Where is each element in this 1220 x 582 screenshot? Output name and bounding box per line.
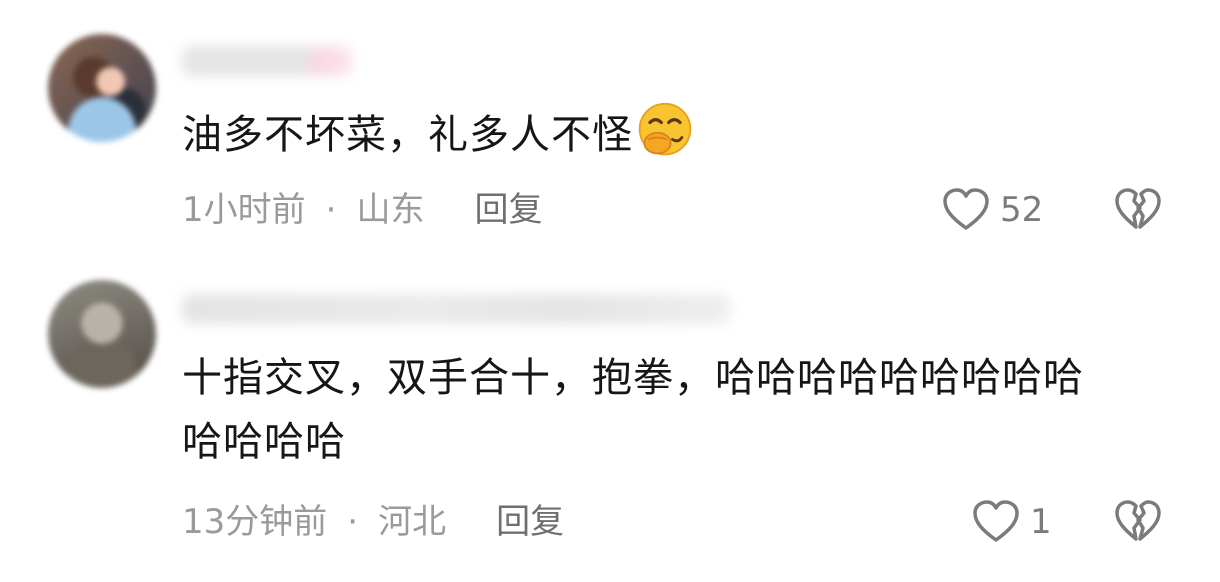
username-blurred[interactable] [182,46,352,76]
comment-text-content: 油多不坏菜，礼多人不怪 [182,112,633,158]
avatar[interactable] [48,280,156,388]
meta-separator: · [325,190,337,230]
meta-separator: · [347,502,359,542]
username-blurred[interactable] [182,294,730,324]
comment-time: 1小时前 [182,190,306,230]
like-count: 52 [1000,190,1044,230]
comment-item: 十指交叉，双手合十，抱拳，哈哈哈哈哈哈哈哈哈 哈哈哈哈 13分钟前 · 河北 回复 1 [0,268,1220,582]
avatar[interactable] [48,34,156,142]
dislike-button[interactable] [1114,500,1162,544]
like-count: 1 [1030,502,1052,542]
comment-meta: 13分钟前 · 河北 回复 [182,500,564,544]
dislike-button[interactable] [1114,188,1162,232]
comment-text: 油多不坏菜，礼多人不怪 [182,100,1082,167]
like-button[interactable]: 52 [942,188,1043,232]
reply-button[interactable]: 回复 [496,500,564,544]
heart-outline-icon [943,188,989,230]
comment-time: 13分钟前 [182,502,328,542]
comment-item: 油多不坏菜，礼多人不怪 1小时前 · 山东 回复 52 [0,0,1220,250]
comment-location: 河北 [378,502,447,542]
comment-location: 山东 [356,190,425,230]
comment-meta: 1小时前 · 山东 回复 [182,188,542,232]
face-with-hand-over-mouth-emoji-icon [638,102,692,156]
broken-heart-icon [1115,188,1161,229]
broken-heart-icon [1115,500,1161,541]
comment-text: 十指交叉，双手合十，抱拳，哈哈哈哈哈哈哈哈哈 哈哈哈哈 [182,355,1084,465]
like-button[interactable]: 1 [972,500,1052,544]
heart-outline-icon [973,500,1019,542]
reply-button[interactable]: 回复 [474,188,542,232]
